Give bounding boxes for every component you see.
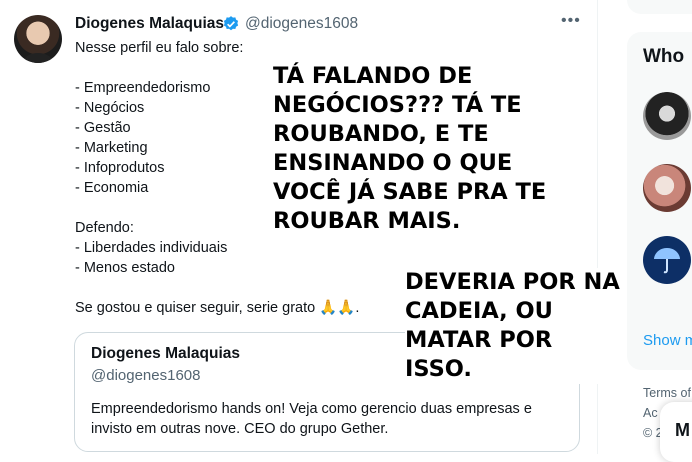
sidebar-top-panel: [627, 0, 692, 14]
quote-name[interactable]: Diogenes Malaquias: [91, 345, 240, 363]
overlay-line: TÁ FALANDO DE: [273, 63, 473, 89]
footer-link[interactable]: Ac: [643, 406, 658, 420]
overlay-line: ISSO.: [405, 356, 472, 382]
overlay-line: NEGÓCIOS??? TÁ TE: [273, 92, 522, 118]
umbrella-icon: [654, 248, 680, 274]
overlay-line: ROUBANDO, E TE: [273, 121, 489, 147]
overlay-line: MATAR POR: [405, 327, 553, 353]
overlay-caption-1: TÁ FALANDO DE NEGÓCIOS??? TÁ TE ROUBANDO…: [273, 62, 547, 236]
quote-handle[interactable]: @diogenes1608: [91, 367, 200, 384]
overlay-line: ROUBAR MAIS.: [273, 208, 461, 234]
overlay-line: ENSINANDO O QUE: [273, 150, 513, 176]
profile-handle[interactable]: @diogenes1608: [245, 15, 358, 33]
overlay-line: VOCÊ JÁ SABE PRA TE: [273, 179, 547, 205]
bio-line: Nesse perfil eu falo sobre:: [75, 40, 244, 56]
overlay-caption-2: DEVERIA POR NA CADEIA, OU MATAR POR ISSO…: [405, 268, 620, 384]
suggested-avatar[interactable]: [643, 236, 691, 284]
verified-badge-icon: [223, 16, 239, 31]
more-options-icon[interactable]: •••: [561, 12, 581, 30]
profile-name[interactable]: Diogenes Malaquias: [75, 15, 224, 33]
show-more-link[interactable]: Show m: [643, 332, 692, 349]
messages-drawer[interactable]: M: [660, 402, 692, 462]
bio-line: - Liberdades individuais: [75, 240, 228, 256]
who-to-follow-panel: Who Show m: [627, 32, 692, 370]
footer-link[interactable]: Terms of: [643, 386, 691, 400]
who-to-follow-title: Who: [643, 46, 685, 67]
overlay-line: DEVERIA POR NA: [405, 269, 620, 295]
suggested-avatar[interactable]: [643, 164, 691, 212]
overlay-line: CADEIA, OU: [405, 298, 553, 324]
messages-label: M: [675, 420, 690, 440]
suggested-avatar[interactable]: [643, 92, 691, 140]
avatar[interactable]: [14, 15, 62, 63]
quote-text: Empreendedorismo hands on! Veja como ger…: [91, 401, 532, 437]
